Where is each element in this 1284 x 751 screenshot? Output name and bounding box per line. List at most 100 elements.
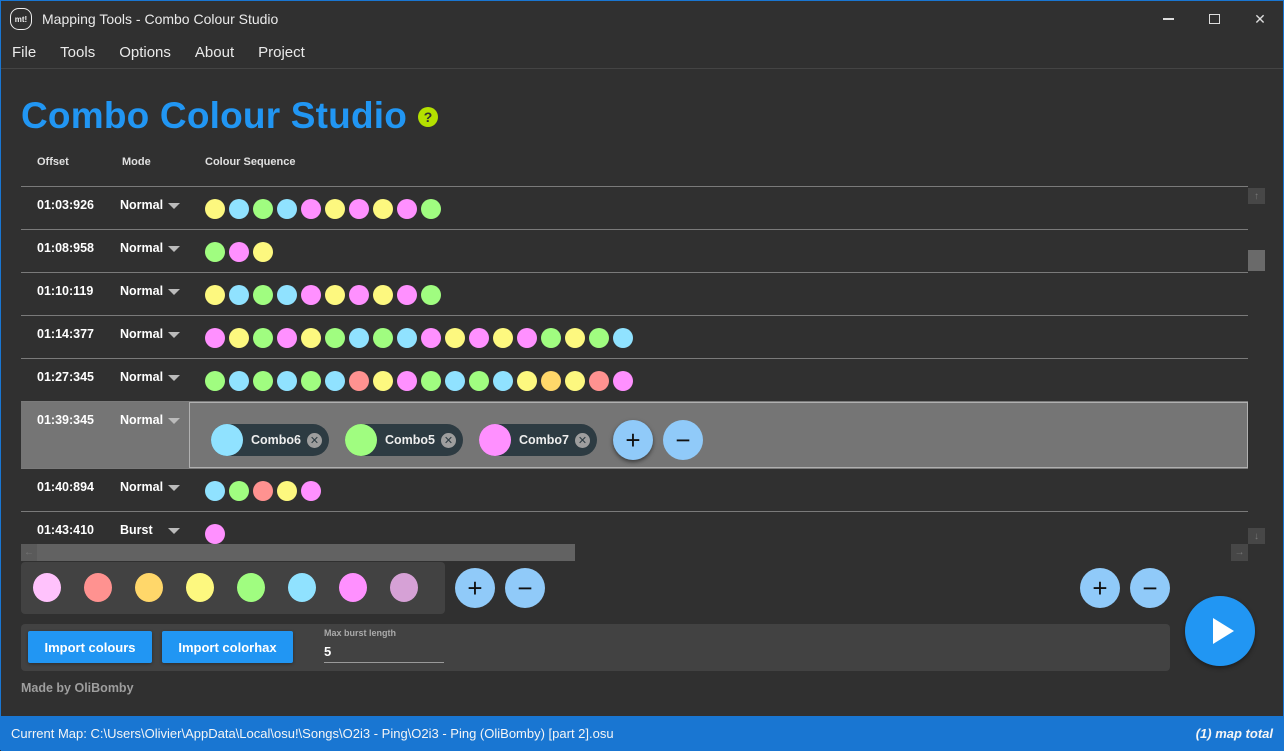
title-bar[interactable]: mt! Mapping Tools - Combo Colour Studio … — [1, 1, 1283, 37]
palette-swatch-lightpink[interactable] — [33, 573, 61, 602]
colour-sequence[interactable] — [205, 285, 441, 305]
run-button[interactable] — [1185, 596, 1255, 666]
vertical-scroll-thumb[interactable] — [1248, 250, 1265, 271]
max-burst-length-input[interactable]: 5 — [324, 641, 444, 663]
chevron-down-icon[interactable] — [168, 203, 180, 209]
palette-swatch-mauve[interactable] — [390, 573, 418, 602]
vertical-scrollbar[interactable]: ↑ ↓ — [1248, 186, 1265, 544]
scroll-right-arrow-icon[interactable]: → — [1231, 544, 1248, 561]
current-map-path: Current Map: C:\Users\Olivier\AppData\Lo… — [11, 726, 614, 741]
colour-sequence[interactable] — [205, 242, 273, 262]
row-offset[interactable]: 01:10:119 — [37, 284, 93, 298]
close-button[interactable]: ✕ — [1237, 1, 1283, 37]
chip-remove-icon[interactable]: ✕ — [441, 432, 456, 448]
colour-sequence[interactable] — [205, 199, 441, 219]
palette-swatch-orange[interactable] — [135, 573, 163, 602]
colour-dot-pink — [397, 199, 417, 219]
scroll-left-arrow-icon[interactable]: ← — [21, 544, 37, 561]
colour-dot-yellow — [325, 199, 345, 219]
menu-options[interactable]: Options — [107, 38, 183, 68]
colour-dot-orange — [541, 371, 561, 391]
help-icon[interactable]: ? — [418, 107, 438, 127]
row-mode-select[interactable]: Normal — [120, 327, 163, 341]
column-header-mode[interactable]: Mode — [122, 156, 151, 168]
menu-about[interactable]: About — [183, 38, 246, 68]
palette-swatch-red[interactable] — [84, 573, 112, 602]
chevron-down-icon[interactable] — [168, 289, 180, 295]
column-header-colour-sequence[interactable]: Colour Sequence — [205, 156, 295, 168]
add-combo-colour-button[interactable]: + — [455, 568, 495, 608]
row-mode-select[interactable]: Burst — [120, 523, 153, 537]
menu-project[interactable]: Project — [246, 38, 317, 68]
import-colours-button[interactable]: Import colours — [28, 631, 152, 663]
table-row[interactable]: 01:10:119 Normal — [21, 272, 1248, 315]
colour-dot-red — [589, 371, 609, 391]
chevron-down-icon[interactable] — [168, 418, 180, 424]
colour-dot-yellow — [277, 481, 297, 501]
table-row[interactable]: 01:03:926 Normal — [21, 186, 1248, 229]
minimize-button[interactable] — [1145, 1, 1191, 37]
palette-swatch-green[interactable] — [237, 573, 265, 602]
horizontal-scrollbar[interactable]: ← → — [21, 544, 1248, 561]
add-chip-button[interactable]: + — [613, 420, 653, 460]
row-mode-select[interactable]: Normal — [120, 370, 163, 384]
row-offset[interactable]: 01:39:345 — [37, 413, 94, 427]
row-mode-select[interactable]: Normal — [120, 480, 163, 494]
colour-sequence[interactable] — [205, 328, 633, 348]
chevron-down-icon[interactable] — [168, 375, 180, 381]
import-colorhax-button[interactable]: Import colorhax — [162, 631, 293, 663]
menu-file[interactable]: File — [1, 38, 48, 68]
chip-colour-swatch — [479, 424, 511, 456]
row-offset[interactable]: 01:14:377 — [37, 327, 94, 341]
remove-combo-colour-button[interactable]: − — [505, 568, 545, 608]
colour-sequence[interactable] — [205, 524, 225, 544]
palette-swatch-blue[interactable] — [288, 573, 316, 602]
play-icon — [1212, 618, 1234, 644]
colour-dot-pink — [229, 242, 249, 262]
menu-tools[interactable]: Tools — [48, 38, 107, 68]
colour-dot-green — [589, 328, 609, 348]
colour-dot-blue — [229, 199, 249, 219]
max-burst-length-label: Max burst length — [324, 628, 397, 638]
chevron-down-icon[interactable] — [168, 332, 180, 338]
colour-chip[interactable]: Combo6 ✕ — [211, 424, 329, 456]
row-mode-select[interactable]: Normal — [120, 413, 163, 427]
row-mode-select[interactable]: Normal — [120, 198, 163, 212]
maximize-button[interactable] — [1191, 1, 1237, 37]
horizontal-scroll-thumb[interactable] — [37, 544, 575, 561]
colour-sequence[interactable] — [205, 481, 321, 501]
table-row[interactable]: 01:43:410 Burst — [21, 511, 1248, 544]
chip-remove-icon[interactable]: ✕ — [575, 432, 590, 448]
table-row-selected[interactable]: 01:39:345 Normal Combo6 ✕ Combo5 ✕ Combo7 ✕ + − — [21, 401, 1248, 468]
row-mode-select[interactable]: Normal — [120, 284, 163, 298]
row-offset[interactable]: 01:03:926 — [37, 198, 94, 212]
chevron-down-icon[interactable] — [168, 246, 180, 252]
table-row[interactable]: 01:27:345 Normal — [21, 358, 1248, 401]
add-colour-point-button[interactable]: + — [1080, 568, 1120, 608]
palette-swatch-pink[interactable] — [339, 573, 367, 602]
colour-sequence[interactable] — [205, 371, 633, 391]
table-row[interactable]: 01:08:958 Normal — [21, 229, 1248, 272]
row-offset[interactable]: 01:40:894 — [37, 480, 94, 494]
remove-chip-button[interactable]: − — [663, 420, 703, 460]
remove-colour-point-button[interactable]: − — [1130, 568, 1170, 608]
column-header-offset[interactable]: Offset — [37, 156, 69, 168]
row-mode-select[interactable]: Normal — [120, 241, 163, 255]
row-offset[interactable]: 01:08:958 — [37, 241, 94, 255]
row-offset[interactable]: 01:43:410 — [37, 523, 94, 537]
chip-remove-icon[interactable]: ✕ — [307, 432, 322, 448]
scroll-up-arrow-icon[interactable]: ↑ — [1248, 188, 1265, 204]
colour-chip[interactable]: Combo7 ✕ — [479, 424, 597, 456]
table-row[interactable]: 01:40:894 Normal — [21, 468, 1248, 511]
colour-dot-yellow — [229, 328, 249, 348]
chevron-down-icon[interactable] — [168, 528, 180, 534]
colour-dot-pink — [397, 371, 417, 391]
chip-colour-swatch — [211, 424, 243, 456]
row-offset[interactable]: 01:27:345 — [37, 370, 94, 384]
table-row[interactable]: 01:14:377 Normal — [21, 315, 1248, 358]
colour-dot-green — [253, 328, 273, 348]
palette-swatch-yellow[interactable] — [186, 573, 214, 602]
chevron-down-icon[interactable] — [168, 485, 180, 491]
scroll-down-arrow-icon[interactable]: ↓ — [1248, 528, 1265, 544]
colour-chip[interactable]: Combo5 ✕ — [345, 424, 463, 456]
